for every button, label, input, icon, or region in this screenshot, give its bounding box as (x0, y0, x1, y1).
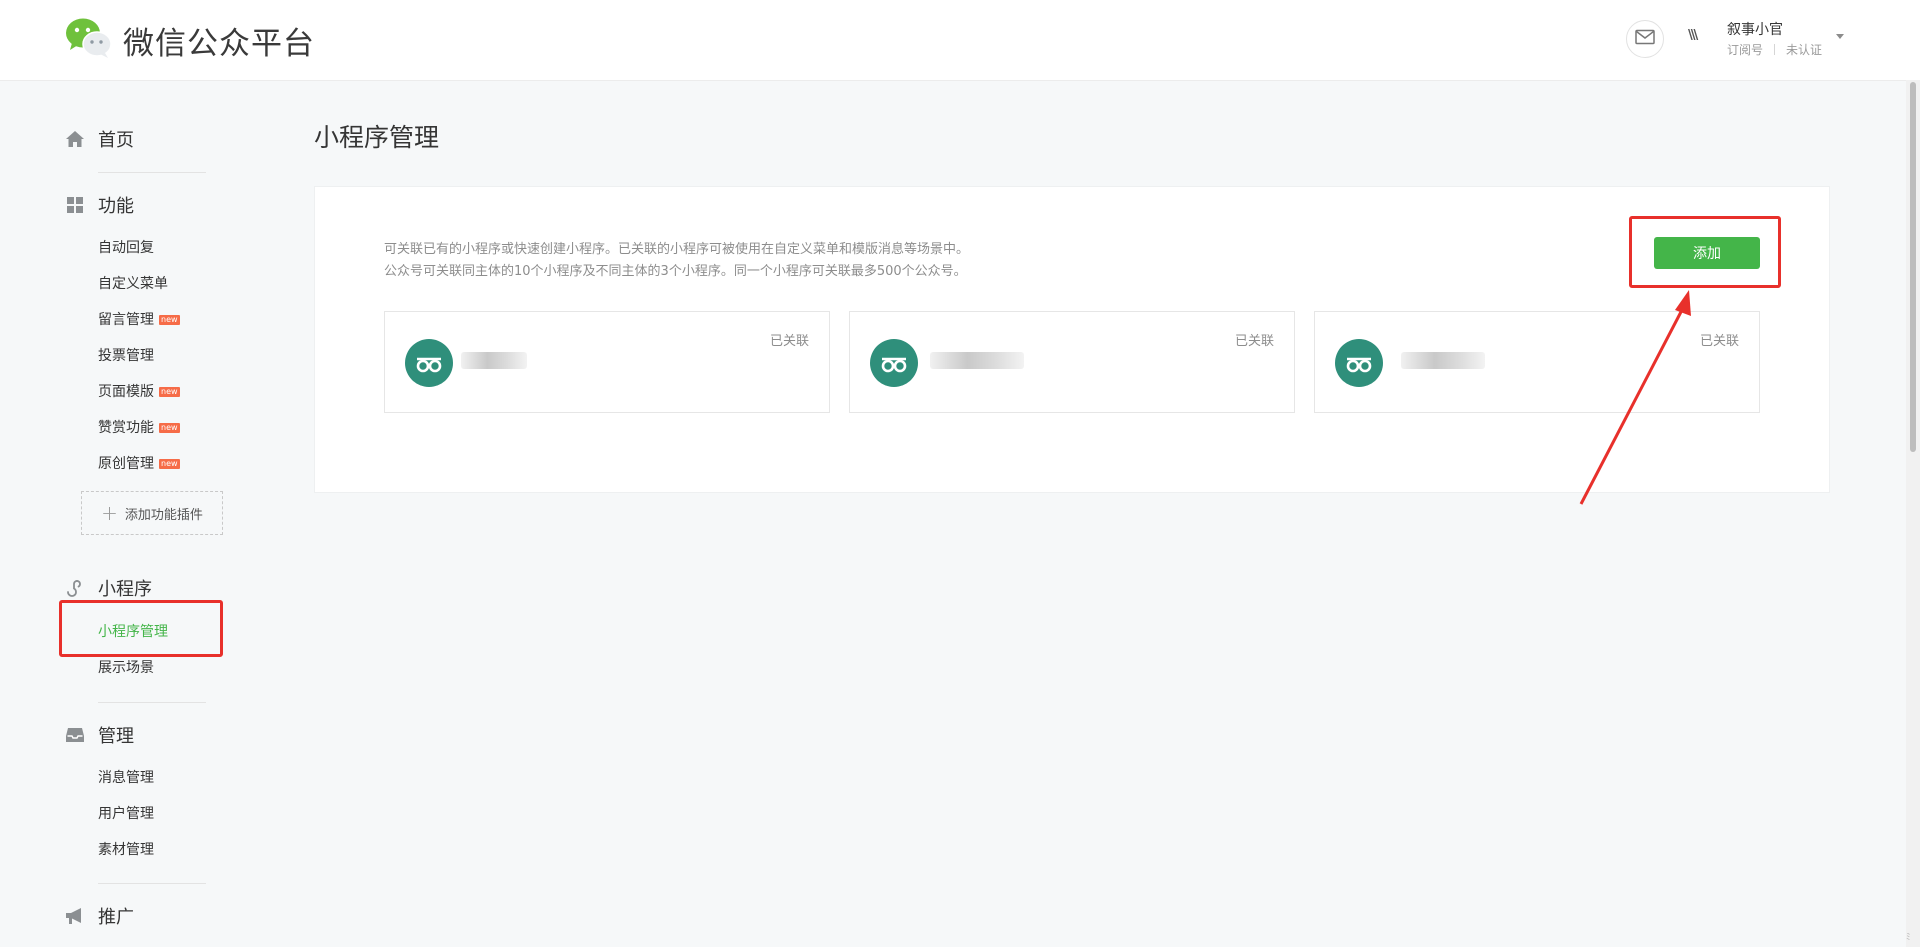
inbox-icon (64, 724, 86, 746)
card-status: 已关联 (1699, 334, 1739, 349)
sidebar-section-label: 功能 (98, 196, 134, 217)
sidebar-section-miniprogram[interactable]: 小程序 (64, 573, 152, 603)
brand-title[interactable]: 微信公众平台 (123, 18, 315, 63)
account-verify-status: 未认证 (1786, 43, 1823, 57)
sidebar-item-label: 消息管理 (98, 770, 154, 786)
sidebar-item-voting[interactable]: 投票管理 (98, 346, 154, 366)
sidebar-item-home[interactable]: 首页 (64, 124, 134, 154)
page-scrollbar[interactable] (1906, 80, 1920, 947)
page-title: 小程序管理 (314, 123, 440, 152)
description-line: 公众号可关联同主体的10个小程序及不同主体的3个小程序。同一个小程序可关联最多5… (384, 264, 967, 279)
miniprogram-name-redacted (930, 352, 1024, 369)
miniprogram-card[interactable]: 已关联 (384, 311, 830, 413)
sidebar-section-promote[interactable]: 推广 (64, 901, 134, 931)
miniprogram-logo-icon (1335, 339, 1383, 387)
sidebar-item-materials[interactable]: 素材管理 (98, 840, 154, 860)
sidebar-item-custom-menu[interactable]: 自定义菜单 (98, 274, 168, 294)
sidebar-item-users[interactable]: 用户管理 (98, 804, 154, 824)
chevron-down-icon[interactable] (1836, 34, 1844, 39)
corner-mark: ﾐ (1906, 933, 1911, 943)
sidebar-item-display-scenes[interactable]: 展示场景 (98, 658, 154, 678)
sidebar-section-label: 管理 (98, 726, 134, 747)
panel-description: 可关联已有的小程序或快速创建小程序。已关联的小程序可被使用在自定义菜单和模版消息… (384, 239, 969, 283)
new-badge: new (159, 423, 180, 433)
meta-divider (1774, 44, 1776, 55)
sidebar-item-appreciation[interactable]: 赞赏功能 new (98, 418, 180, 438)
new-badge: new (159, 315, 180, 325)
home-icon (64, 128, 86, 150)
new-badge: new (159, 459, 180, 469)
sidebar-item-page-templates[interactable]: 页面模版 new (98, 382, 180, 402)
account-name[interactable]: 叙事小官 (1727, 19, 1783, 39)
sidebar-item-label: 素材管理 (98, 842, 154, 858)
sidebar-divider (98, 883, 206, 884)
sidebar-item-label: 自定义菜单 (98, 276, 168, 292)
account-meta: 订阅号 未认证 (1727, 41, 1822, 58)
sidebar-section-label: 小程序 (98, 579, 152, 600)
wechat-logo-icon[interactable] (64, 16, 114, 60)
mail-button[interactable] (1626, 20, 1664, 58)
sidebar-item-label: 展示场景 (98, 660, 154, 676)
annotation-arrow-icon (1579, 290, 1691, 505)
sidebar-section-label: 首页 (98, 130, 134, 151)
card-status: 已关联 (1234, 334, 1274, 349)
sidebar-item-comments[interactable]: 留言管理 new (98, 310, 180, 330)
sidebar-item-label: 留言管理 (98, 312, 154, 328)
miniprogram-logo-icon (405, 339, 453, 387)
add-plugin-button[interactable]: + 添加功能插件 (81, 491, 223, 535)
sidebar-section-label: 推广 (98, 907, 134, 928)
account-type: 订阅号 (1727, 43, 1764, 57)
miniprogram-icon (64, 577, 86, 599)
miniprogram-logo-icon (870, 339, 918, 387)
sidebar-item-auto-reply[interactable]: 自动回复 (98, 238, 154, 258)
plus-icon: + (101, 501, 118, 525)
card-status: 已关联 (769, 334, 809, 349)
miniprogram-card[interactable]: 已关联 (849, 311, 1295, 413)
sidebar-divider (98, 172, 206, 173)
sidebar-item-label: 用户管理 (98, 806, 154, 822)
mail-icon (1635, 29, 1655, 49)
sidebar-divider (98, 702, 206, 703)
sidebar-item-label: 自动回复 (98, 240, 154, 256)
sidebar-item-label: 页面模版 (98, 384, 154, 400)
sidebar-item-label: 原创管理 (98, 456, 154, 472)
annotation-highlight-add (1629, 216, 1781, 288)
top-header: 微信公众平台 \\\ 叙事小官 订阅号 未认证 (0, 0, 1920, 81)
add-plugin-label: 添加功能插件 (124, 507, 203, 523)
megaphone-icon (64, 905, 86, 927)
description-line: 可关联已有的小程序或快速创建小程序。已关联的小程序可被使用在自定义菜单和模版消息… (384, 242, 970, 257)
sidebar-item-label: 投票管理 (98, 348, 154, 364)
sidebar-item-messages[interactable]: 消息管理 (98, 768, 154, 788)
miniprogram-name-redacted (461, 352, 527, 369)
sidebar-item-label: 赞赏功能 (98, 420, 154, 436)
sidebar-section-manage[interactable]: 管理 (64, 720, 134, 750)
sidebar-item-original[interactable]: 原创管理 new (98, 454, 180, 474)
account-avatar[interactable]: \\\ (1688, 28, 1710, 50)
new-badge: new (159, 387, 180, 397)
sidebar-section-features[interactable]: 功能 (64, 190, 134, 220)
miniprogram-name-redacted (1401, 352, 1485, 369)
grid-icon (64, 194, 86, 216)
scrollbar-thumb[interactable] (1910, 82, 1916, 452)
annotation-highlight-menu (59, 600, 223, 657)
